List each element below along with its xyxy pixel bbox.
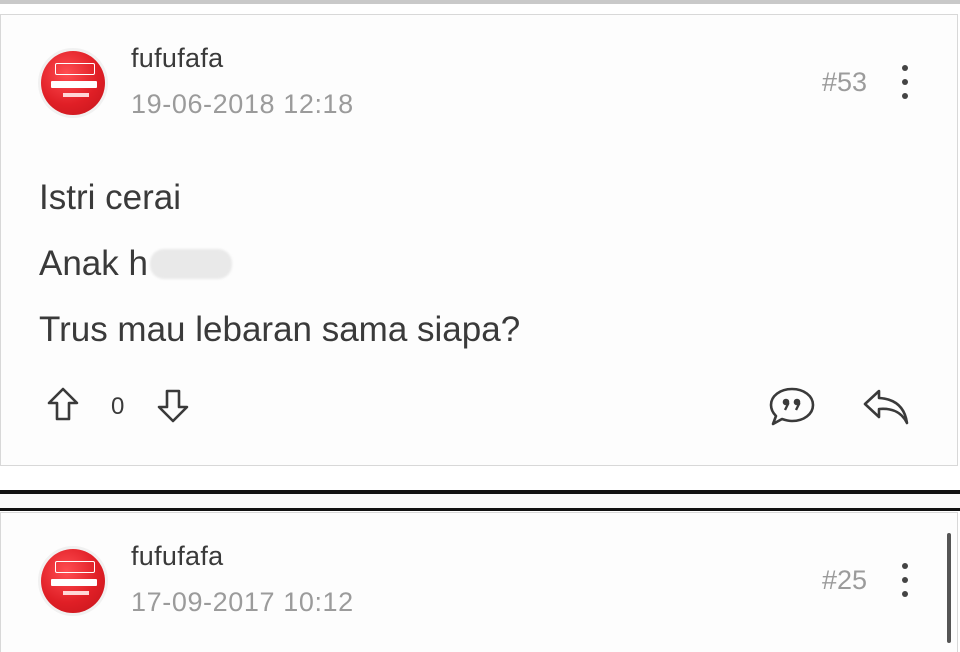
avatar-logo-stripe — [51, 81, 97, 88]
content-line-start: Anak h — [39, 244, 148, 283]
avatar-logo-icon — [55, 63, 95, 75]
reply-icon[interactable] — [861, 385, 911, 429]
avatar-logo-stripe-small — [63, 591, 89, 595]
forum-post: fufufafa 17-09-2017 10:12 #25 — [0, 512, 958, 652]
author-name[interactable]: fufufafa — [131, 541, 223, 572]
post-content: Istri cerai Anak homo Trus mau lebaran s… — [39, 165, 520, 363]
post-number[interactable]: #25 — [822, 565, 867, 596]
censored-word: om — [148, 231, 232, 297]
scrollbar[interactable] — [947, 533, 951, 643]
forum-post: fufufafa 19-06-2018 12:18 #53 Istri cera… — [0, 14, 958, 466]
censor-smudge — [149, 249, 232, 279]
vote-count: 0 — [111, 393, 125, 420]
kebab-menu-icon[interactable] — [897, 561, 913, 601]
avatar-logo-stripe-small — [63, 93, 89, 97]
kebab-menu-icon[interactable] — [897, 63, 913, 103]
post-separator — [0, 508, 960, 511]
author-name[interactable]: fufufafa — [131, 43, 223, 74]
content-line: Trus mau lebaran sama siapa? — [39, 310, 521, 349]
arrow-down-icon[interactable] — [155, 385, 191, 425]
content-line: Istri cerai — [39, 178, 181, 217]
avatar[interactable] — [41, 549, 105, 613]
avatar[interactable] — [41, 51, 105, 115]
post-timestamp: 19-06-2018 12:18 — [131, 89, 354, 119]
post-gap — [0, 494, 960, 508]
post-actions: 0 — [1, 385, 959, 435]
avatar-logo-icon — [55, 561, 95, 573]
avatar-logo-stripe — [51, 579, 97, 586]
top-divider — [0, 0, 960, 4]
arrow-up-icon[interactable] — [45, 385, 81, 425]
content-line: Anak homo — [39, 231, 520, 297]
post-timestamp: 17-09-2017 10:12 — [131, 587, 354, 617]
quote-bubble-icon[interactable] — [767, 385, 817, 429]
post-number[interactable]: #53 — [822, 67, 867, 98]
